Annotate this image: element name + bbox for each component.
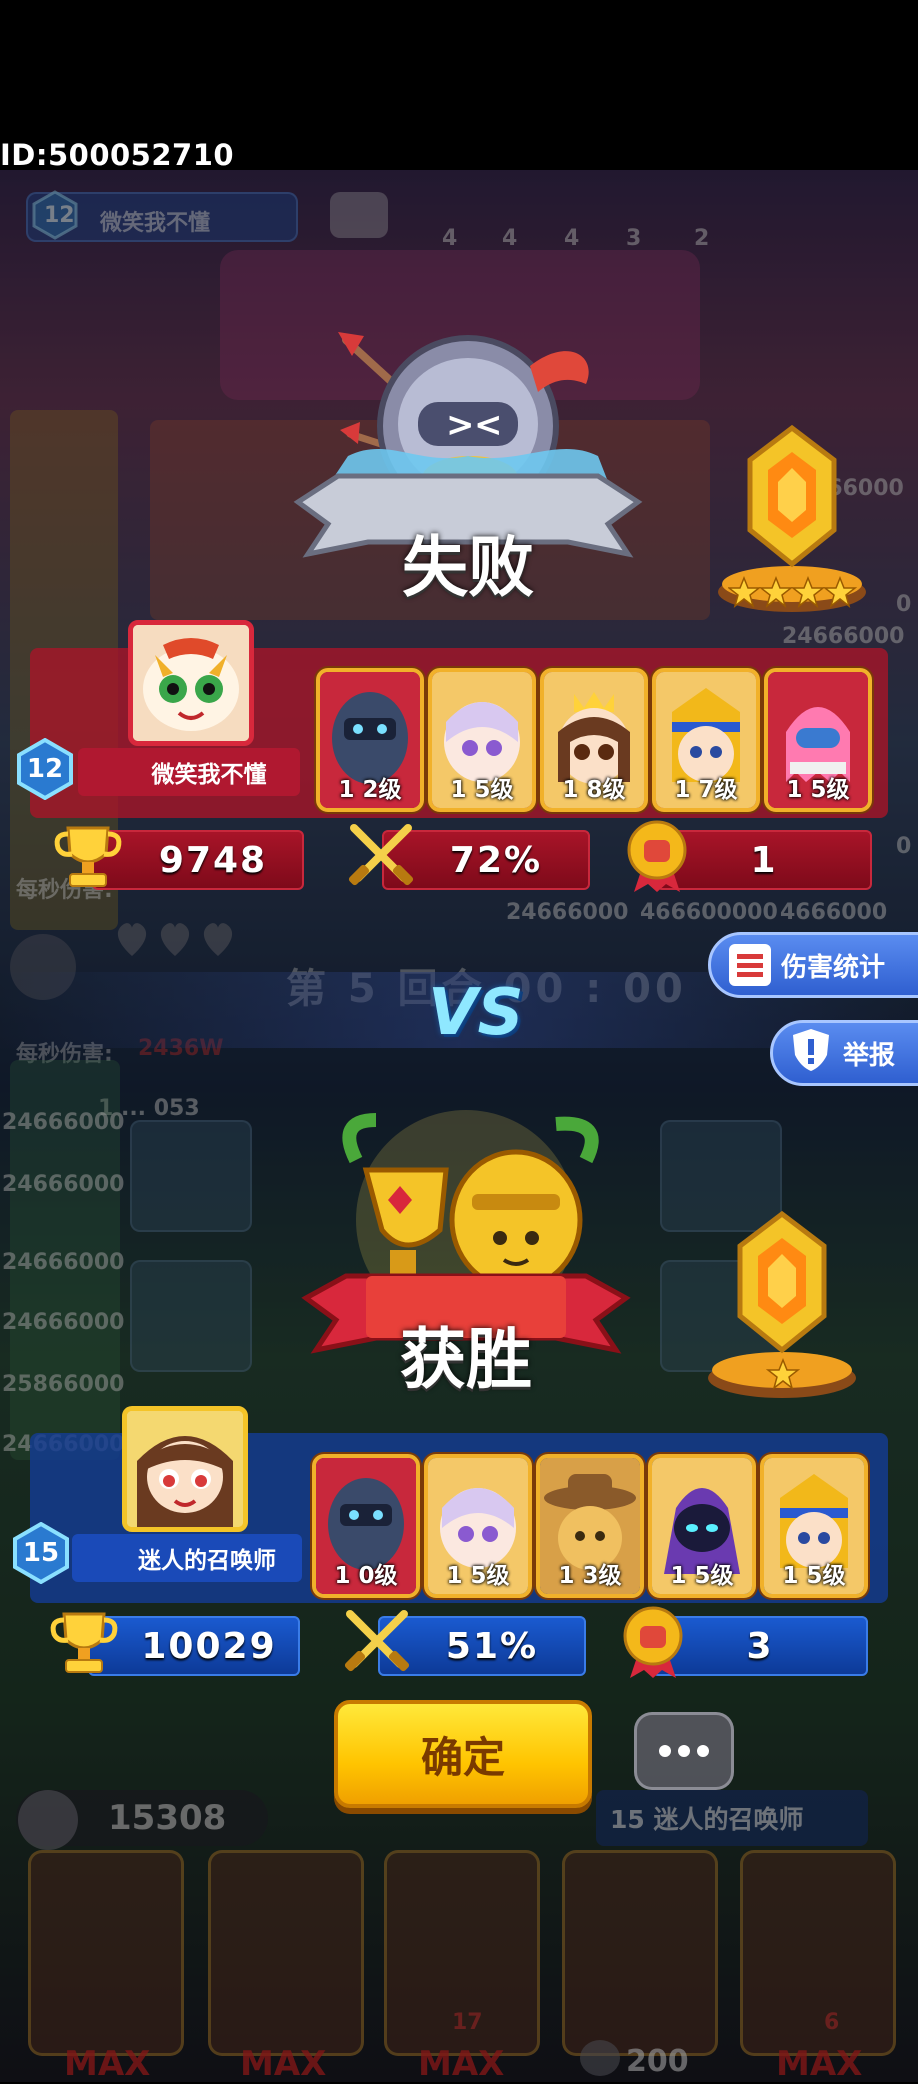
loser-hero-card[interactable]: 1 2级 — [316, 668, 424, 812]
winner-hero-level: 1 5级 — [670, 1563, 734, 1589]
fist-medal-icon — [624, 818, 690, 898]
winner-hero-card[interactable]: 1 0级 — [312, 1454, 420, 1598]
loser-rank: 1 — [750, 839, 778, 881]
fist-medal-icon — [620, 1604, 686, 1684]
loser-hero-level: 1 5级 — [786, 777, 850, 803]
victory-label: 获胜 — [400, 1321, 532, 1398]
winner-winrate: 51% — [445, 1625, 539, 1667]
crossed-swords-icon — [344, 818, 418, 896]
loser-hero-level: 1 5级 — [450, 777, 514, 803]
loser-hero-level: 1 8级 — [562, 777, 626, 803]
trophy-icon — [48, 1608, 120, 1680]
report-label: 举报 — [843, 1040, 896, 1071]
list-icon — [729, 944, 771, 986]
damage-stats-button[interactable]: 伤害统计 — [708, 932, 918, 998]
svg-text:<: < — [474, 405, 503, 445]
winner-hero-card[interactable]: 1 3级 — [536, 1454, 644, 1598]
shield-icon — [791, 1027, 831, 1080]
trophy-icon — [52, 822, 124, 894]
winner-trophies: 10029 — [141, 1625, 277, 1667]
vs-label: VS — [428, 976, 524, 1050]
winner-hero-level: 1 3级 — [558, 1563, 622, 1589]
crossed-swords-icon — [340, 1604, 414, 1682]
loser-hero-card[interactable]: 1 8级 — [540, 668, 648, 812]
chat-button[interactable] — [634, 1712, 734, 1790]
loser-hero-card[interactable]: 1 5级 — [428, 668, 536, 812]
chat-dots-icon — [659, 1745, 671, 1757]
winner-hero-card[interactable]: 1 5级 — [760, 1454, 868, 1598]
report-button[interactable]: 举报 — [770, 1020, 918, 1086]
winner-hero-level: 1 0级 — [334, 1563, 398, 1589]
loser-name: 微笑我不懂 — [151, 762, 267, 788]
loser-level: 12 — [26, 754, 64, 784]
chat-dots-icon — [678, 1745, 690, 1757]
winner-name-bar: 迷人的召唤师 — [72, 1534, 302, 1582]
winner-hero-level: 1 5级 — [782, 1563, 846, 1589]
winner-name: 迷人的召唤师 — [138, 1548, 276, 1574]
winner-level-badge: 15 — [10, 1521, 72, 1585]
svg-text:>: > — [446, 405, 475, 445]
winner-rank: 3 — [746, 1625, 774, 1667]
winner-star-rating — [765, 1357, 801, 1392]
defeat-label: 失败 — [402, 529, 534, 606]
loser-hero-level: 1 2级 — [338, 777, 402, 803]
winner-hero-level: 1 5级 — [446, 1563, 510, 1589]
loser-star-rating — [726, 575, 858, 610]
loser-level-badge: 12 — [14, 737, 76, 801]
user-id-label: ID:500052710 — [0, 138, 235, 172]
winner-avatar[interactable] — [122, 1406, 248, 1532]
chat-dots-icon — [697, 1745, 709, 1757]
loser-winrate: 72% — [449, 839, 543, 881]
confirm-button[interactable]: 确定 — [334, 1700, 592, 1808]
loser-trophies: 9748 — [158, 839, 268, 881]
winner-hero-card[interactable]: 1 5级 — [424, 1454, 532, 1598]
loser-avatar[interactable] — [128, 620, 254, 746]
loser-hero-card[interactable]: 1 7级 — [652, 668, 760, 812]
winner-hero-card[interactable]: 1 5级 — [648, 1454, 756, 1598]
loser-hero-card[interactable]: 1 5级 — [764, 668, 872, 812]
loser-name-bar: 微笑我不懂 — [78, 748, 300, 796]
loser-hero-level: 1 7级 — [674, 777, 738, 803]
damage-stats-label: 伤害统计 — [781, 952, 886, 983]
winner-level: 15 — [22, 1538, 60, 1568]
